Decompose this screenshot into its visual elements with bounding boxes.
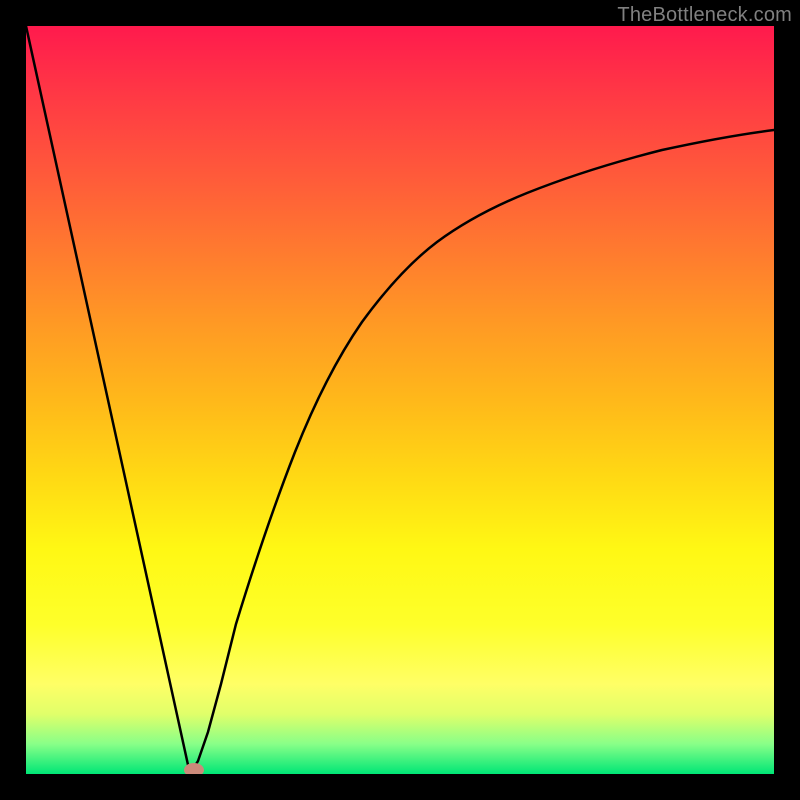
chart-frame: TheBottleneck.com — [0, 0, 800, 800]
left-line-segment — [26, 26, 190, 774]
bottleneck-curve — [26, 26, 774, 774]
plot-area — [26, 26, 774, 774]
watermark-text: TheBottleneck.com — [617, 4, 792, 27]
right-curve-segment — [190, 130, 774, 774]
